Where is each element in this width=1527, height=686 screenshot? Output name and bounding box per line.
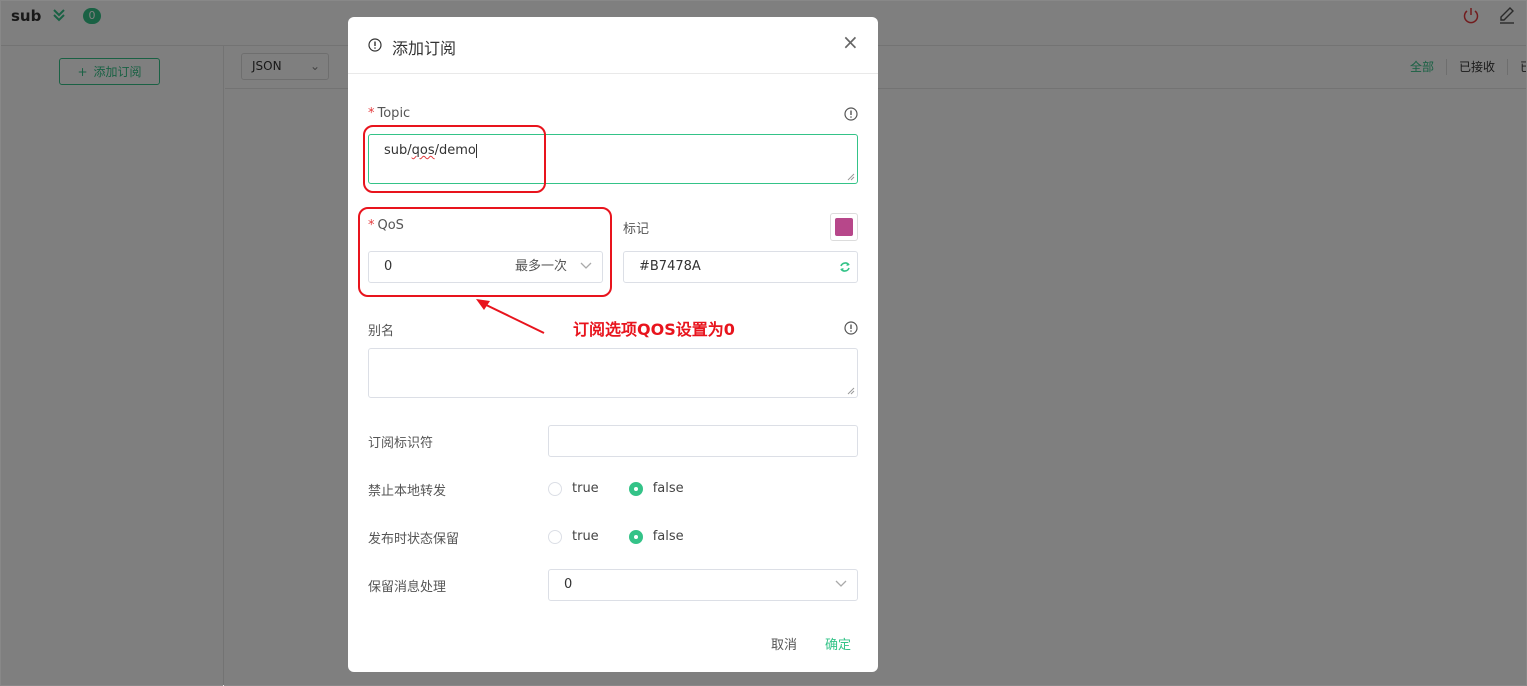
dialog-header: 添加订阅 × — [348, 17, 878, 74]
no-local-false-label[interactable]: false — [653, 481, 684, 496]
alias-label: 别名 — [368, 324, 395, 339]
rap-false-radio[interactable] — [628, 529, 643, 544]
retain-handling-value: 0 — [564, 577, 573, 592]
alias-input[interactable] — [368, 348, 858, 398]
retain-as-published-radio-group: true false — [548, 529, 714, 544]
color-swatch-fill — [835, 218, 853, 236]
no-local-label: 禁止本地转发 — [368, 484, 447, 499]
topic-label: * Topic — [368, 106, 411, 121]
no-local-true-radio[interactable] — [548, 481, 562, 496]
no-local-radio-group: true false — [548, 481, 714, 496]
rap-true-radio[interactable] — [548, 529, 562, 544]
retain-handling-label: 保留消息处理 — [368, 580, 447, 595]
add-subscription-dialog: 添加订阅 × * Topic sub/qos/demo * QoS 0 最多一次 标… — [348, 17, 878, 672]
rap-false-label[interactable]: false — [653, 529, 684, 544]
mark-color-input[interactable]: #B7478A — [623, 251, 858, 283]
no-local-true-label[interactable]: true — [572, 481, 599, 496]
retain-as-published-label: 发布时状态保留 — [368, 532, 460, 547]
annotation-arrow-icon — [476, 299, 545, 334]
mark-label: 标记 — [623, 222, 650, 237]
annotation-label: 订阅选项QOS设置为0 — [573, 320, 735, 339]
topic-help-icon[interactable] — [844, 107, 858, 121]
resize-grip-icon[interactable] — [847, 173, 855, 181]
cancel-button[interactable]: 取消 — [771, 634, 797, 653]
subscription-id-input[interactable] — [548, 425, 858, 457]
chevron-down-icon — [835, 580, 847, 587]
subscription-id-label: 订阅标识符 — [368, 436, 434, 451]
alias-help-icon[interactable] — [844, 321, 858, 335]
qos-highlight-box — [358, 207, 612, 297]
close-icon[interactable]: × — [842, 32, 859, 52]
rap-true-label[interactable]: true — [572, 529, 599, 544]
topic-highlight-box — [363, 125, 546, 193]
resize-grip-icon[interactable] — [847, 387, 855, 395]
dialog-title: 添加订阅 — [392, 39, 457, 58]
retain-handling-select[interactable]: 0 — [548, 569, 858, 601]
confirm-button[interactable]: 确定 — [825, 634, 851, 653]
refresh-icon[interactable] — [839, 261, 851, 273]
mark-color-value: #B7478A — [639, 259, 701, 274]
color-picker-button[interactable] — [830, 213, 858, 241]
info-icon — [368, 38, 382, 52]
no-local-false-radio[interactable] — [628, 481, 643, 496]
